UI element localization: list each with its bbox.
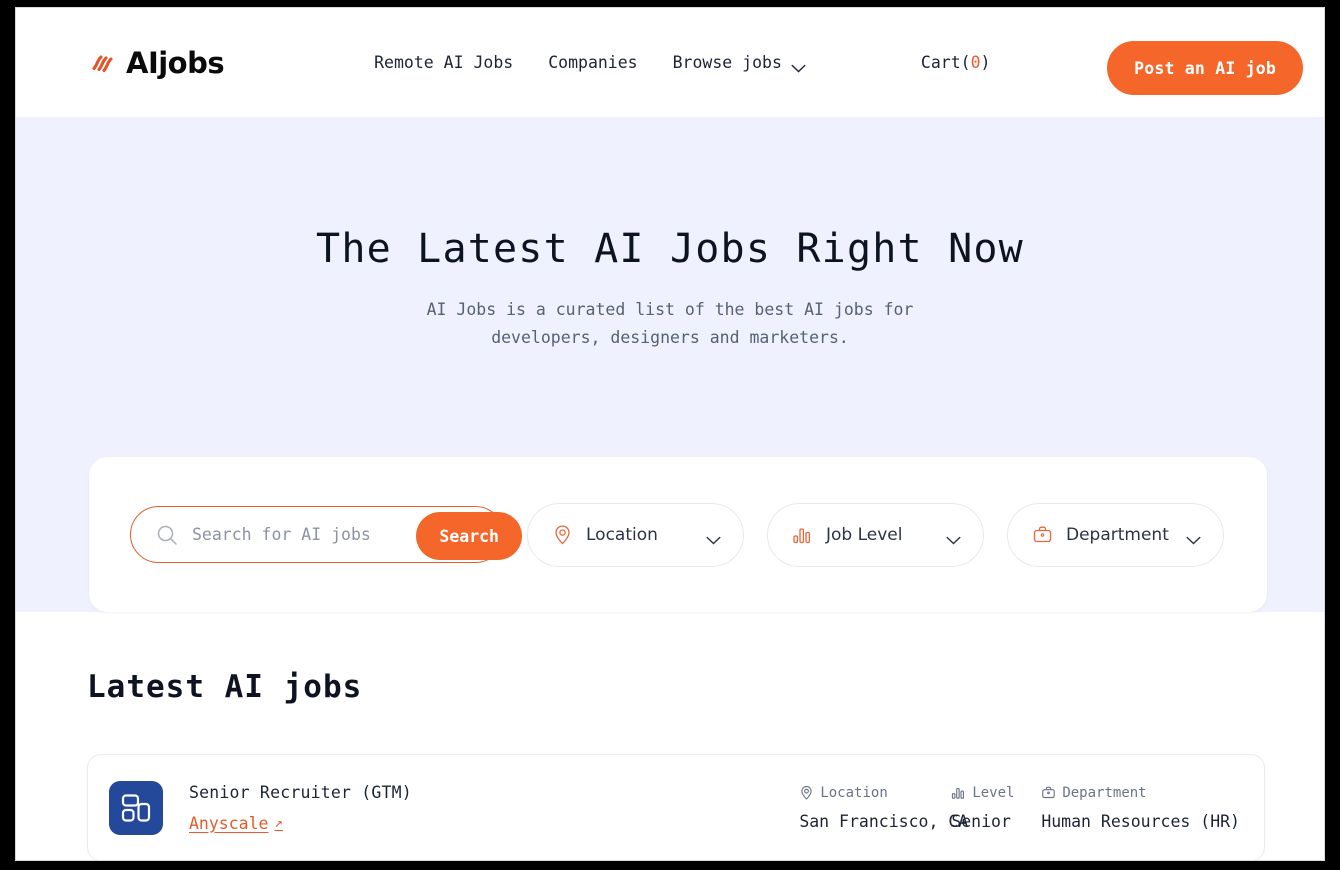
job-meta-level-label: Level <box>972 784 1015 801</box>
filter-department[interactable]: Department <box>1007 502 1224 567</box>
search-field[interactable]: Search <box>130 506 522 563</box>
chevron-down-icon <box>791 58 806 73</box>
job-meta-location: Location San Francisco, CA <box>799 785 969 831</box>
post-an-ai-job-button[interactable]: Post an AI job <box>1107 41 1303 95</box>
map-pin-icon <box>552 524 573 545</box>
job-title: Senior Recruiter (GTM) <box>189 782 412 802</box>
job-main: Senior Recruiter (GTM) Anyscale ↗ <box>189 783 412 833</box>
bar-chart-icon <box>951 785 966 800</box>
filter-location-label: Location <box>586 524 658 545</box>
filter-job-level-label: Job Level <box>826 524 903 545</box>
job-meta-location-header: Location <box>799 785 951 801</box>
nav-item-remote-ai-jobs[interactable]: Remote AI Jobs <box>374 53 513 72</box>
search-button[interactable]: Search <box>416 512 522 560</box>
logo-text: AIjobs <box>126 45 225 80</box>
page-title: The Latest AI Jobs Right Now <box>316 226 1024 272</box>
nav-item-browse-jobs-label: Browse jobs <box>672 53 782 72</box>
search-icon <box>156 524 178 546</box>
cart-link[interactable]: Cart(0) <box>921 53 991 72</box>
hero-subtitle-line-1: AI Jobs is a curated list of the best AI… <box>426 300 914 319</box>
page-frame: AIjobs Remote AI Jobs Companies Browse j… <box>16 8 1324 860</box>
chevron-down-icon <box>1186 530 1201 545</box>
nav-item-browse-jobs[interactable]: Browse jobs <box>672 53 806 73</box>
main-nav: Remote AI Jobs Companies Browse jobs Car… <box>374 53 991 73</box>
hero-subtitle: AI Jobs is a curated list of the best AI… <box>16 296 1324 353</box>
job-meta-level-value: Senior <box>951 811 1011 831</box>
job-meta-department-header: Department <box>1041 785 1240 801</box>
job-meta-location-value: San Francisco, CA <box>799 811 969 831</box>
site-header: AIjobs Remote AI Jobs Companies Browse j… <box>16 8 1324 117</box>
cart-label: Cart( <box>920 53 971 72</box>
job-meta: Location San Francisco, CA Level Senior … <box>799 785 1240 831</box>
job-meta-level-header: Level <box>951 785 1041 801</box>
aijobs-waves-icon <box>87 48 117 78</box>
map-pin-icon <box>799 785 814 800</box>
latest-jobs-section: Latest AI jobs Senior Recruiter (GTM) An… <box>16 612 1324 860</box>
hero-subtitle-line-2: developers, designers and marketers. <box>491 328 849 348</box>
briefcase-icon <box>1032 524 1053 545</box>
logo[interactable]: AIjobs <box>87 45 225 80</box>
job-meta-department-label: Department <box>1062 784 1147 801</box>
cart-suffix: ) <box>980 53 991 72</box>
chevron-down-icon <box>946 530 961 545</box>
cart-count: 0 <box>970 53 981 72</box>
job-meta-location-label: Location <box>820 784 888 801</box>
briefcase-icon <box>1041 785 1056 800</box>
job-card[interactable]: Senior Recruiter (GTM) Anyscale ↗ Locati… <box>87 754 1265 860</box>
search-input[interactable] <box>192 525 392 544</box>
job-company-link[interactable]: Anyscale ↗ <box>189 814 283 833</box>
job-company-name: Anyscale <box>189 813 269 833</box>
job-meta-department: Department Human Resources (HR) <box>1041 785 1240 831</box>
chevron-down-icon <box>706 530 721 545</box>
hero-section: The Latest AI Jobs Right Now AI Jobs is … <box>16 117 1324 612</box>
nav-item-companies[interactable]: Companies <box>548 53 637 72</box>
filter-department-label: Department <box>1066 524 1169 545</box>
job-meta-level: Level Senior <box>951 785 1041 831</box>
job-meta-department-value: Human Resources (HR) <box>1041 811 1240 831</box>
filter-location[interactable]: Location <box>527 502 744 567</box>
search-card: Search Location <box>89 457 1267 612</box>
bar-chart-icon <box>792 524 813 545</box>
filter-job-level[interactable]: Job Level <box>767 502 984 567</box>
arrow-up-right-icon: ↗ <box>274 815 283 831</box>
section-title: Latest AI jobs <box>87 669 363 705</box>
anyscale-logo-icon <box>109 780 163 835</box>
